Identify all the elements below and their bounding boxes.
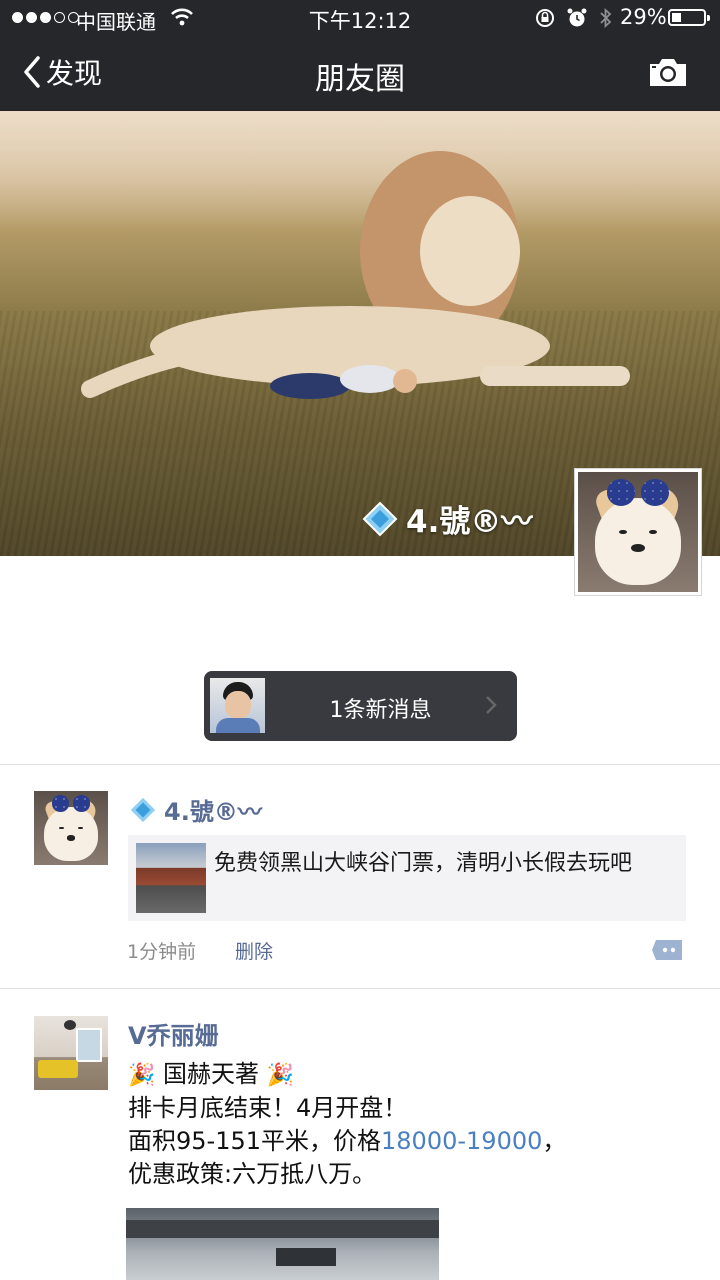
party-popper-icon: 🎉 [266, 1063, 295, 1088]
message-sender-avatar [210, 678, 265, 733]
dog-avatar-image [34, 791, 108, 865]
diamond-icon [128, 794, 158, 825]
post-text: 🎉 国赫天著 🎉 排卡月底结束！4月开盘！ 面积95-151平米，价格18000… [128, 1058, 566, 1191]
divider [0, 988, 720, 989]
rotation-lock-icon [536, 9, 554, 27]
page-title: 朋友圈 [315, 62, 405, 97]
top-bar: 中国联通 下午12:12 29% 发现 朋友圈 [0, 0, 720, 111]
status-icons [534, 6, 614, 30]
divider [0, 764, 720, 765]
post-author-name-text: 4.號®〰 [164, 798, 262, 826]
post-text-line: 面积95-151平米，价格18000-19000， [128, 1125, 566, 1158]
cover-username[interactable]: 4.號®〰 [362, 496, 532, 541]
room-avatar-image [34, 1016, 108, 1090]
comment-icon[interactable] [650, 938, 684, 962]
post-time: 1分钟前 [127, 941, 197, 963]
post-avatar[interactable] [34, 1016, 108, 1090]
post-text-line-4: 优惠政策:六万抵八万。 [128, 1160, 377, 1188]
post-author-name[interactable]: 4.號®〰 [128, 792, 262, 827]
post-text-line-3-suffix: ， [542, 1127, 567, 1155]
new-message-button[interactable]: 1条新消息 [204, 671, 517, 741]
link-title: 免费领黑山大峡谷门票，清明小长假去玩吧 [214, 851, 633, 876]
post-text-line-1: 国赫天著 [163, 1060, 260, 1088]
profile-avatar[interactable] [574, 468, 702, 596]
price-link[interactable]: 18000-19000 [381, 1127, 542, 1155]
link-thumbnail [136, 843, 206, 913]
post-author-name[interactable]: V乔丽姗 [128, 1016, 219, 1051]
post-author-name-text: V乔丽姗 [128, 1022, 219, 1050]
alarm-icon [567, 8, 587, 27]
bluetooth-icon [600, 7, 612, 29]
post-image[interactable] [126, 1208, 439, 1280]
post-text-line: 🎉 国赫天著 🎉 [128, 1058, 566, 1092]
delete-button[interactable]: 删除 [235, 937, 273, 964]
building-sign [276, 1248, 336, 1266]
chevron-right-icon [486, 696, 497, 714]
battery-percent: 29% [620, 5, 667, 29]
post-avatar[interactable] [34, 791, 108, 865]
new-message-label: 1条新消息 [329, 698, 432, 723]
dog-avatar-image [578, 472, 698, 592]
post-text-line-2: 排卡月底结束！4月开盘！ [128, 1094, 408, 1122]
post-text-line-3: 面积95-151平米，价格 [128, 1127, 382, 1155]
status-bar: 中国联通 下午12:12 29% [0, 0, 720, 36]
diamond-icon [362, 501, 398, 536]
battery-icon [668, 9, 710, 26]
camera-icon[interactable] [648, 56, 688, 88]
cover-username-text: 4.號®〰 [406, 504, 533, 540]
party-popper-icon: 🎉 [128, 1063, 156, 1088]
shared-link-card[interactable]: 免费领黑山大峡谷门票，清明小长假去玩吧 [128, 835, 686, 921]
